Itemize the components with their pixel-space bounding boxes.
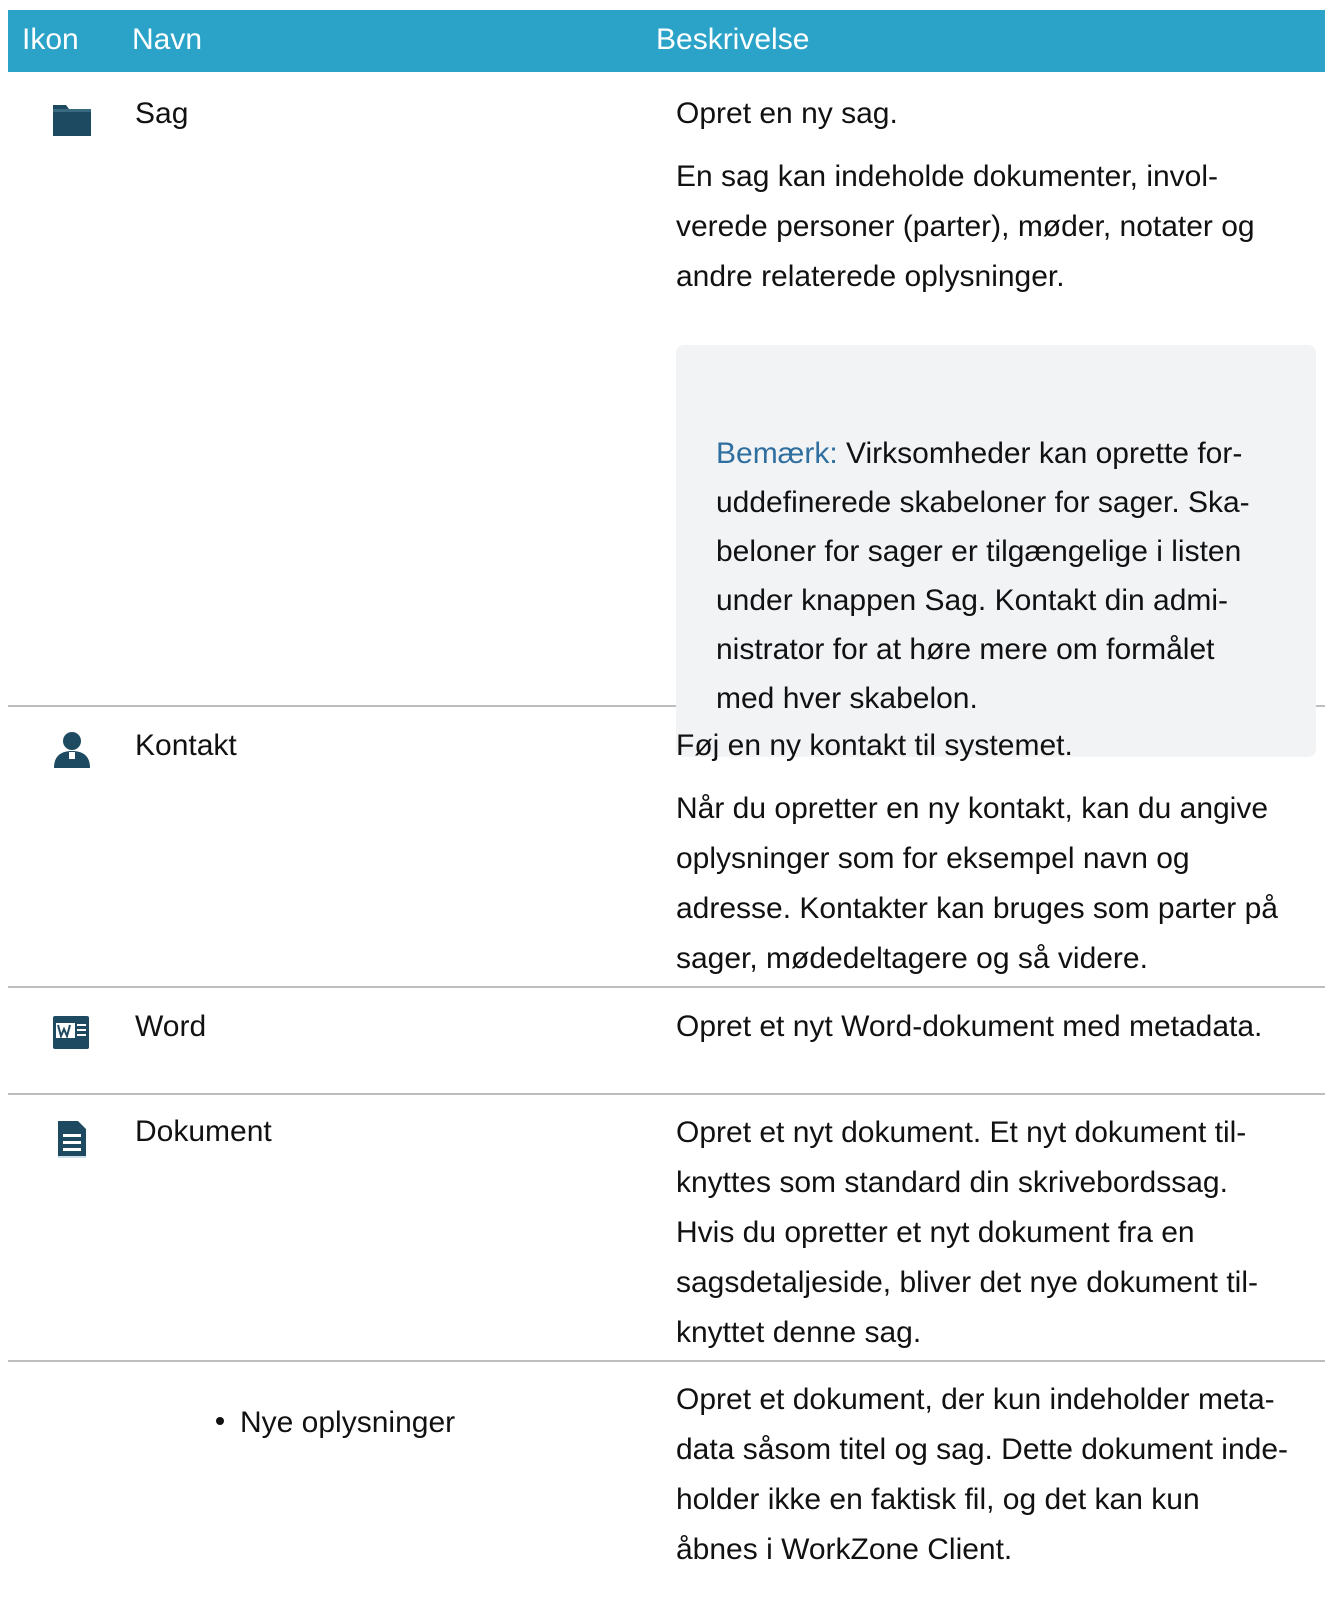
folder-icon [53, 105, 91, 136]
table-row-sag: Sag Opret en ny sag. En sag kan indehold… [8, 72, 1325, 757]
contact-icon [54, 732, 90, 768]
commands-table: Ikon Navn Beskrivelse Sag Opret en ny sa… [8, 10, 1325, 1602]
document-icon [58, 1121, 86, 1158]
table-header: Ikon Navn Beskrivelse [8, 10, 1325, 72]
header-description: Beskrivelse [656, 23, 810, 56]
command-description: Opret et nyt Word-dokument med metadata. [676, 1002, 1316, 1065]
command-name: Dokument [135, 1115, 272, 1148]
description-line: Føj en ny kontakt til systemet. [676, 729, 1073, 762]
command-name: Sag [135, 97, 189, 130]
bullet-icon [216, 1417, 224, 1426]
description-paragraph: Opret et nyt dokument. Et nyt dokument t… [676, 1116, 1258, 1349]
table-row-word: Word Opret et nyt Word-dokument med meta… [8, 988, 1325, 1095]
command-description: Opret et dokument, der kun indeholder me… [676, 1375, 1316, 1588]
table-row-nye-oplysninger: Nye oplysninger Opret et dokument, der k… [8, 1362, 1325, 1602]
note-bold: Sag [924, 584, 978, 617]
description-paragraph: Opret et dokument, der kun indeholder me… [676, 1383, 1289, 1566]
header-name: Navn [132, 23, 203, 56]
command-description: Opret en ny sag. En sag kan indeholde do… [676, 89, 1316, 757]
command-description: Opret et nyt dokument. Et nyt dokument t… [676, 1108, 1316, 1371]
description-line: Opret et nyt Word-dokument med metadata. [676, 1010, 1263, 1043]
header-icon: Ikon [22, 23, 79, 56]
note-label: Bemærk: [716, 437, 838, 470]
note-box: Bemærk: Virksomheder kan oprette for- ud… [676, 345, 1316, 757]
command-name: Word [135, 1010, 207, 1043]
command-description: Føj en ny kontakt til systemet. Når du o… [676, 721, 1316, 997]
command-name: Kontakt [135, 729, 237, 762]
table-row-kontakt: Kontakt Føj en ny kontakt til systemet. … [8, 707, 1325, 988]
sub-command: Nye oplysninger [216, 1406, 455, 1440]
description-paragraph: Når du opretter en ny kontakt, kan du an… [676, 792, 1278, 975]
table-row-dokument: Dokument Opret et nyt dokument. Et nyt d… [8, 1095, 1325, 1362]
word-icon [53, 1016, 89, 1049]
command-name: Nye oplysninger [240, 1406, 456, 1439]
description-paragraph: En sag kan indeholde dokumenter, invol- … [676, 160, 1255, 293]
description-line: Opret en ny sag. [676, 97, 898, 130]
